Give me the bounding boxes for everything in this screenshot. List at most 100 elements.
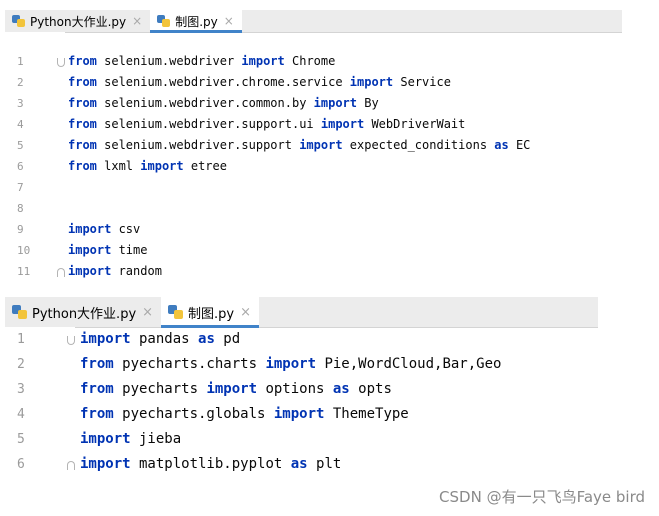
code-line: from lxml import etree xyxy=(68,156,227,177)
keyword-token: from xyxy=(80,356,114,372)
keyword-token: import xyxy=(265,356,317,372)
keyword-token: as xyxy=(290,456,308,472)
keyword-token: from xyxy=(80,406,114,422)
code-line: from selenium.webdriver.support.ui impor… xyxy=(68,114,465,135)
bottom-editor-panel: Python大作业.py × 制图.py × 1 2 3 4 5 6 import pandas… xyxy=(5,297,598,477)
code-token: opts xyxy=(349,381,392,397)
keyword-token: as xyxy=(198,331,215,347)
keyword-token: from xyxy=(80,381,114,397)
code-token: expected_conditions xyxy=(342,138,495,152)
code-token: selenium.webdriver.common.by xyxy=(96,96,314,110)
code-token: pyecharts.globals xyxy=(113,406,274,422)
code-token: csv xyxy=(111,222,141,236)
code-line: from selenium.webdriver.chrome.service i… xyxy=(68,72,451,93)
line-number: 2 xyxy=(17,76,24,89)
bottom-editor-tab-bar: Python大作业.py × 制图.py × xyxy=(5,297,598,328)
keyword-token: import xyxy=(313,96,358,110)
keyword-token: as xyxy=(494,138,509,152)
close-icon[interactable]: × xyxy=(142,305,153,320)
tab-label: Python大作业.py xyxy=(30,14,127,29)
code-token: random xyxy=(111,264,162,278)
editor-tab-charting[interactable]: 制图.py × xyxy=(150,10,242,33)
python-file-icon xyxy=(12,14,25,28)
code-line: from selenium.webdriver import Chrome xyxy=(68,51,335,72)
code-token: selenium.webdriver.chrome.service xyxy=(96,75,350,89)
code-line: from pyecharts.charts import Pie,WordClo… xyxy=(80,352,501,377)
code-token: EC xyxy=(508,138,531,152)
code-token: selenium.webdriver xyxy=(96,54,242,68)
code-token: etree xyxy=(183,159,227,173)
bottom-editor-code-area[interactable]: import pandas as pd from pyecharts.charts… xyxy=(80,327,598,477)
keyword-token: import xyxy=(68,264,112,278)
editor-tab-charting[interactable]: 制图.py × xyxy=(161,297,260,328)
code-token: time xyxy=(111,243,148,257)
code-token: jieba xyxy=(130,431,182,447)
code-token: matplotlib.pyplot xyxy=(130,456,291,472)
python-file-icon xyxy=(168,304,184,320)
code-line: import matplotlib.pyplot as plt xyxy=(80,452,341,477)
keyword-token: import xyxy=(299,138,343,152)
editor-tab-python-homework[interactable]: Python大作业.py × xyxy=(5,10,150,32)
tab-label: 制图.py xyxy=(188,306,235,322)
top-editor-code-area[interactable]: from selenium.webdriver import Chrome fro… xyxy=(68,32,622,288)
code-line: import jieba xyxy=(80,427,181,452)
code-line: import csv xyxy=(68,219,140,240)
line-number: 5 xyxy=(17,432,25,447)
line-number: 9 xyxy=(17,223,24,236)
code-token: Chrome xyxy=(284,54,336,68)
editor-tab-python-homework[interactable]: Python大作业.py × xyxy=(5,297,161,327)
top-editor-panel: Python大作业.py×制图.py× 123456789101112 from… xyxy=(5,10,622,288)
keyword-token: import xyxy=(80,331,131,347)
code-token: lxml xyxy=(96,159,141,173)
code-line: import pandas as pd xyxy=(80,327,240,352)
top-editor-gutter: 123456789101112 xyxy=(5,32,65,288)
fold-marker-icon[interactable] xyxy=(67,335,75,345)
csdn-watermark: CSDN @有一只飞鸟Faye bird xyxy=(439,488,645,506)
keyword-token: from xyxy=(68,138,97,152)
code-line: import random xyxy=(68,261,162,282)
code-line: from selenium.webdriver.support import e… xyxy=(68,135,530,156)
line-number: 10 xyxy=(17,244,31,257)
keyword-token: from xyxy=(68,117,97,131)
code-line: from pyecharts.globals import ThemeType xyxy=(80,402,409,427)
code-token: By xyxy=(357,96,379,110)
code-token: pyecharts xyxy=(113,381,207,397)
fold-marker-icon[interactable] xyxy=(67,460,75,470)
tab-label: Python大作业.py xyxy=(32,306,137,322)
close-icon[interactable]: × xyxy=(132,14,142,28)
code-token: Service xyxy=(393,75,451,89)
code-token: selenium.webdriver.support.ui xyxy=(96,117,321,131)
line-number: 3 xyxy=(17,97,24,110)
fold-marker-icon[interactable] xyxy=(57,57,65,67)
line-number: 12 xyxy=(17,282,30,288)
code-line: import time xyxy=(68,240,147,261)
code-line: from pyecharts import options as opts xyxy=(80,377,392,402)
tab-label: 制图.py xyxy=(175,14,218,29)
code-token: pd xyxy=(214,331,241,347)
keyword-token: import xyxy=(241,54,285,68)
code-token: pandas xyxy=(130,331,199,347)
line-number: 1 xyxy=(17,55,24,68)
code-token: WebDriverWait xyxy=(364,117,466,131)
code-token: selenium.webdriver.support xyxy=(96,138,300,152)
keyword-token: import xyxy=(320,117,365,131)
line-number: 6 xyxy=(17,160,24,173)
keyword-token: import xyxy=(80,431,131,447)
keyword-token: import xyxy=(140,159,184,173)
python-file-icon xyxy=(12,304,27,320)
line-number: 6 xyxy=(17,457,25,472)
code-token: plt xyxy=(307,456,342,472)
line-number: 7 xyxy=(17,181,24,194)
line-number: 11 xyxy=(17,265,31,278)
line-number: 8 xyxy=(17,202,24,215)
close-icon[interactable]: × xyxy=(224,14,234,28)
code-token: pyecharts.charts xyxy=(113,356,266,372)
line-number: 1 xyxy=(17,332,25,347)
fold-marker-icon[interactable] xyxy=(57,267,65,277)
python-file-icon xyxy=(157,14,171,28)
line-number: 4 xyxy=(17,118,24,131)
close-icon[interactable]: × xyxy=(240,305,251,320)
code-line: from selenium.webdriver.common.by import… xyxy=(68,93,379,114)
code-token: options xyxy=(257,381,333,397)
keyword-token: import xyxy=(349,75,394,89)
